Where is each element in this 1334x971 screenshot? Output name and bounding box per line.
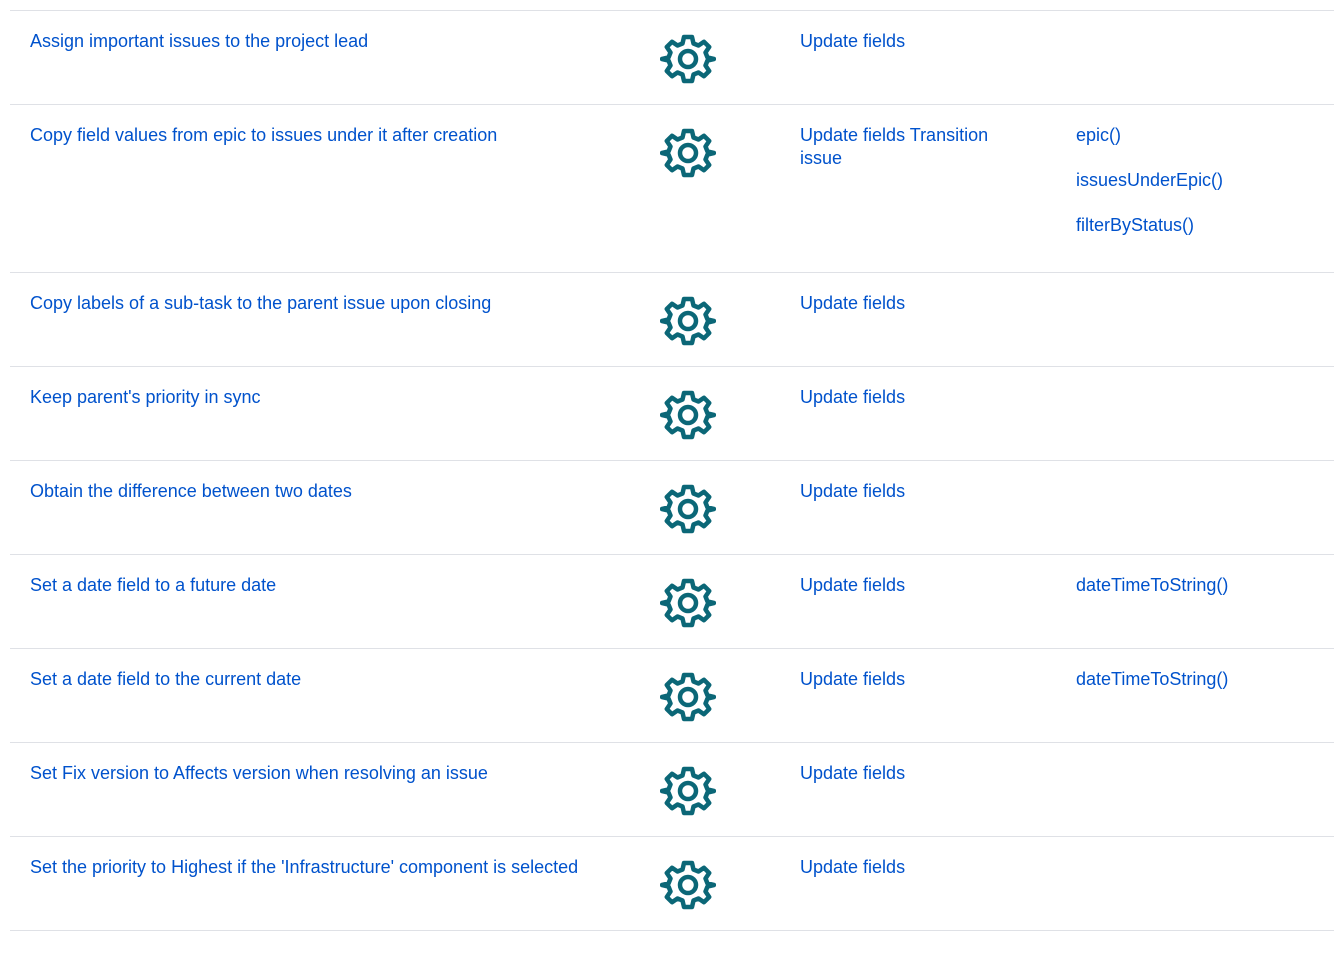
use-case-link[interactable]: Assign important issues to the project l… <box>30 31 368 51</box>
table-row: Obtain the difference between two dates … <box>10 461 1334 555</box>
gear-icon <box>660 575 716 631</box>
gear-icon <box>660 763 716 819</box>
table-row: Set the priority to Highest if the 'Infr… <box>10 837 1334 931</box>
use-case-link[interactable]: Copy field values from epic to issues un… <box>30 125 497 145</box>
gear-icon <box>660 125 716 181</box>
table-row: Set a date field to a future date Update… <box>10 555 1334 649</box>
action-link[interactable]: Update fields Transition issue <box>800 125 988 168</box>
functions-list: dateTimeToString() <box>1076 668 1236 713</box>
table-row: Copy field values from epic to issues un… <box>10 105 1334 273</box>
function-link[interactable]: dateTimeToString() <box>1076 668 1236 691</box>
action-link[interactable]: Update fields <box>800 387 905 407</box>
use-case-link[interactable]: Set the priority to Highest if the 'Infr… <box>30 857 578 877</box>
table-row: Keep parent's priority in sync Update fi… <box>10 367 1334 461</box>
action-link[interactable]: Update fields <box>800 763 905 783</box>
table-row: Set Fix version to Affects version when … <box>10 743 1334 837</box>
action-link[interactable]: Update fields <box>800 857 905 877</box>
function-link[interactable]: dateTimeToString() <box>1076 574 1236 597</box>
action-link[interactable]: Update fields <box>800 575 905 595</box>
table-row: Set a date field to the current date Upd… <box>10 649 1334 743</box>
use-case-link[interactable]: Obtain the difference between two dates <box>30 481 352 501</box>
use-case-link[interactable]: Keep parent's priority in sync <box>30 387 261 407</box>
use-case-link[interactable]: Set Fix version to Affects version when … <box>30 763 488 783</box>
use-case-link[interactable]: Copy labels of a sub-task to the parent … <box>30 293 491 313</box>
action-link[interactable]: Update fields <box>800 669 905 689</box>
gear-icon <box>660 669 716 725</box>
use-cases-table: Assign important issues to the project l… <box>10 10 1334 931</box>
functions-list: dateTimeToString() <box>1076 574 1236 619</box>
function-link[interactable]: filterByStatus() <box>1076 214 1236 237</box>
use-case-link[interactable]: Set a date field to a future date <box>30 575 276 595</box>
function-link[interactable]: epic() <box>1076 124 1236 147</box>
gear-icon <box>660 31 716 87</box>
gear-icon <box>660 481 716 537</box>
gear-icon <box>660 857 716 913</box>
function-link[interactable]: issuesUnderEpic() <box>1076 169 1236 192</box>
action-link[interactable]: Update fields <box>800 293 905 313</box>
action-link[interactable]: Update fields <box>800 31 905 51</box>
table-row: Assign important issues to the project l… <box>10 11 1334 105</box>
action-link[interactable]: Update fields <box>800 481 905 501</box>
gear-icon <box>660 387 716 443</box>
functions-list: epic() issuesUnderEpic() filterByStatus(… <box>1076 124 1236 259</box>
use-case-link[interactable]: Set a date field to the current date <box>30 669 301 689</box>
table-row: Copy labels of a sub-task to the parent … <box>10 273 1334 367</box>
gear-icon <box>660 293 716 349</box>
